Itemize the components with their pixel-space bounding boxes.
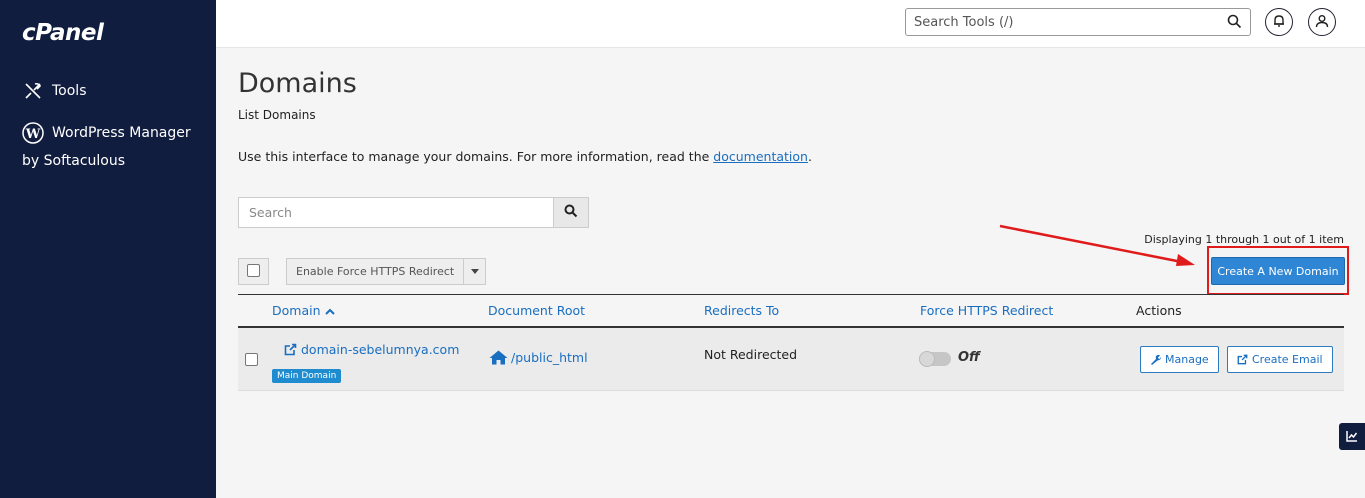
chevron-down-icon[interactable] xyxy=(464,259,485,284)
force-https-toggle-label: Off xyxy=(958,350,980,365)
sidebar: cPanel Tools W WordPress Manager by Soft… xyxy=(0,0,216,498)
search-tools-input[interactable] xyxy=(914,14,1224,30)
force-https-toggle[interactable] xyxy=(919,351,951,367)
home-icon xyxy=(489,350,508,365)
table-header: Domain Document Root Redirects To Force … xyxy=(238,294,1344,328)
description-text: Use this interface to manage your domain… xyxy=(238,149,714,164)
column-document-root[interactable]: Document Root xyxy=(488,303,585,318)
column-redirects-to[interactable]: Redirects To xyxy=(704,303,779,318)
sidebar-item-wordpress-manager[interactable]: W WordPress Manager by Softaculous xyxy=(22,122,191,175)
domain-search-button[interactable] xyxy=(553,197,589,228)
force-https-button-label[interactable]: Enable Force HTTPS Redirect xyxy=(287,259,465,284)
page-subtitle: List Domains xyxy=(238,108,316,122)
column-force-https[interactable]: Force HTTPS Redirect xyxy=(920,303,1053,318)
redirects-to-value: Not Redirected xyxy=(704,347,798,362)
wrench-icon xyxy=(1150,354,1161,365)
domain-name[interactable]: domain-sebelumnya.com xyxy=(301,342,459,357)
user-menu-button[interactable] xyxy=(1308,8,1336,36)
bell-icon xyxy=(1272,13,1286,32)
sidebar-item-tools[interactable]: Tools xyxy=(22,80,87,102)
create-email-button[interactable]: Create Email xyxy=(1227,346,1333,373)
documentation-link[interactable]: documentation xyxy=(713,149,808,164)
wordpress-icon: W xyxy=(22,122,44,144)
annotation-arrow xyxy=(999,224,1195,266)
sidebar-item-label-line2: by Softaculous xyxy=(22,153,126,169)
page-description: Use this interface to manage your domain… xyxy=(238,149,812,164)
domains-table: Domain Document Root Redirects To Force … xyxy=(238,294,1344,391)
svg-text:W: W xyxy=(25,127,41,142)
manage-button-label[interactable]: Manage xyxy=(1165,353,1209,366)
select-all-checkbox[interactable] xyxy=(247,264,260,277)
search-icon[interactable] xyxy=(1227,14,1242,33)
chart-line-icon xyxy=(1346,427,1358,446)
column-domain-label[interactable]: Domain xyxy=(272,303,321,318)
search-tools-box[interactable] xyxy=(905,8,1251,36)
manage-button[interactable]: Manage xyxy=(1140,346,1219,373)
create-new-domain-button[interactable]: Create A New Domain xyxy=(1211,257,1345,285)
row-checkbox[interactable] xyxy=(245,353,258,366)
toggle-knob xyxy=(919,351,935,367)
create-email-button-label[interactable]: Create Email xyxy=(1252,353,1323,366)
sidebar-item-label: WordPress Manager xyxy=(52,125,191,141)
search-icon xyxy=(564,203,578,222)
user-icon xyxy=(1315,13,1329,32)
external-link-icon xyxy=(284,343,297,356)
notifications-button[interactable] xyxy=(1265,8,1293,36)
domain-link[interactable]: domain-sebelumnya.com xyxy=(284,342,459,357)
domain-search xyxy=(238,197,589,228)
document-root-link[interactable]: /public_html xyxy=(489,350,588,365)
tools-icon xyxy=(22,80,44,102)
select-all-checkbox-wrap[interactable] xyxy=(238,258,269,285)
stats-panel-button[interactable] xyxy=(1339,423,1365,450)
document-root-path[interactable]: /public_html xyxy=(511,350,588,365)
main-domain-badge: Main Domain xyxy=(272,369,342,383)
force-https-button[interactable]: Enable Force HTTPS Redirect xyxy=(286,258,487,285)
top-header xyxy=(216,0,1365,48)
page-title: Domains xyxy=(238,68,357,99)
table-row: domain-sebelumnya.com Main Domain /publi… xyxy=(238,328,1344,391)
column-actions: Actions xyxy=(1136,303,1182,318)
chevron-up-icon[interactable] xyxy=(324,303,335,318)
sidebar-item-label: Tools xyxy=(52,83,87,99)
cpanel-logo[interactable]: cPanel xyxy=(22,20,104,46)
domain-search-input[interactable] xyxy=(238,197,553,228)
description-suffix: . xyxy=(807,149,812,164)
column-domain[interactable]: Domain xyxy=(272,303,335,318)
external-link-icon xyxy=(1237,354,1248,365)
